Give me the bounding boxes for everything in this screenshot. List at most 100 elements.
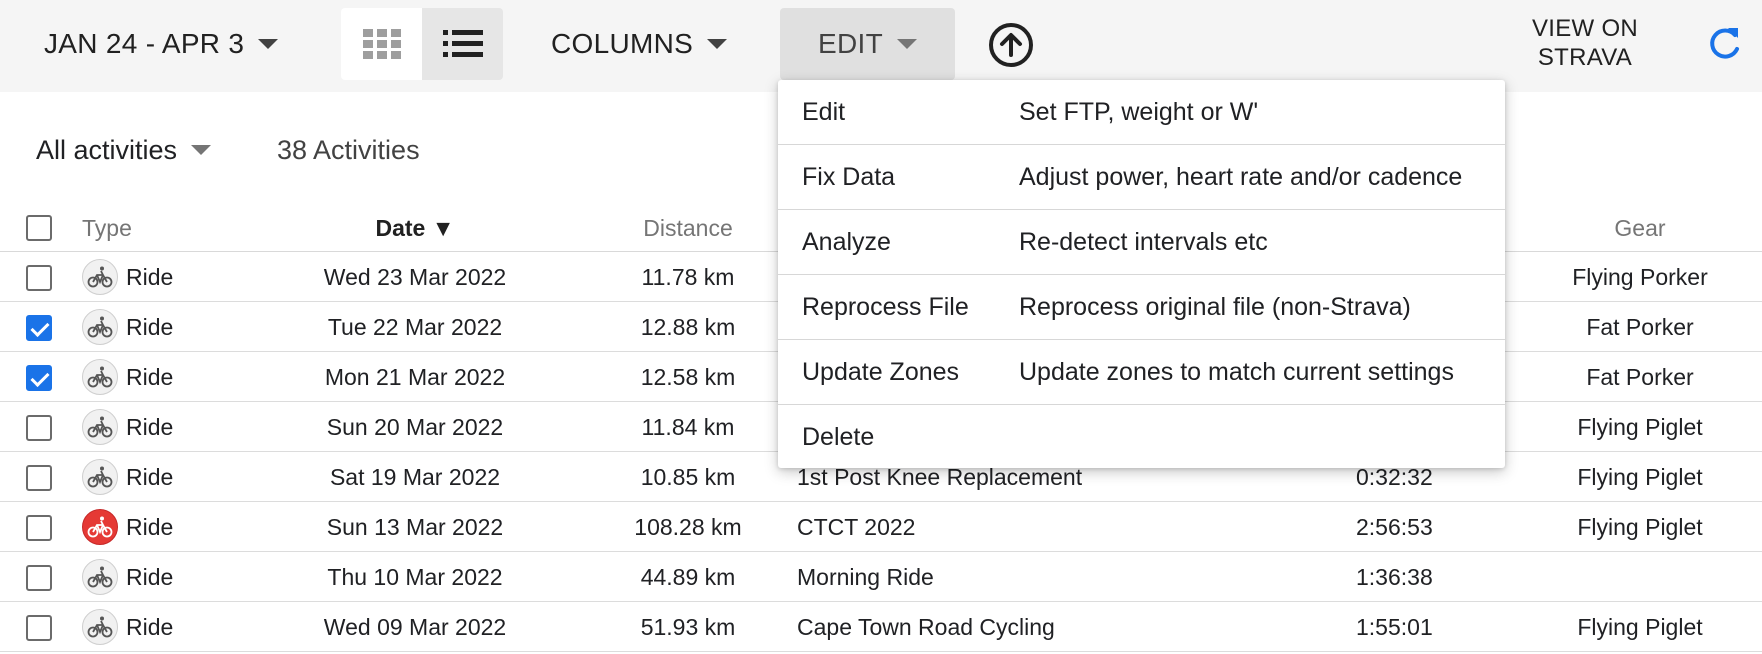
cell-date: Sun 20 Mar 2022: [326, 413, 504, 440]
cell-gear: [1560, 552, 1720, 602]
bike-icon: [82, 359, 118, 395]
bike-icon: [82, 259, 118, 295]
table-row[interactable]: Ride Sun 13 Mar 2022 108.28 km CTCT 2022…: [0, 502, 1762, 552]
row-checkbox[interactable]: [26, 365, 52, 391]
cell-gear: Flying Porker: [1572, 263, 1708, 290]
list-view-button[interactable]: [422, 8, 503, 80]
bike-icon: [87, 366, 113, 388]
menu-item-edit[interactable]: Edit Set FTP, weight or W': [778, 80, 1505, 145]
cell-gear: Flying Piglet: [1577, 413, 1703, 440]
bike-icon: [87, 466, 113, 488]
menu-item-label: Analyze: [802, 228, 891, 256]
bike-icon: [87, 416, 113, 438]
bike-icon-red: [82, 509, 118, 545]
cell-date: Tue 22 Mar 2022: [327, 313, 503, 340]
list-icon: [442, 30, 483, 57]
menu-item-delete[interactable]: Delete: [778, 405, 1505, 470]
chevron-down-icon: [191, 145, 212, 155]
view-toggle: [341, 8, 503, 80]
upload-button[interactable]: [988, 22, 1034, 68]
cell-type: Ride: [126, 513, 174, 540]
refresh-button[interactable]: [1704, 24, 1744, 64]
row-checkbox[interactable]: [26, 265, 52, 291]
menu-item-reprocess-file[interactable]: Reprocess File Reprocess original file (…: [778, 275, 1505, 340]
date-range-label: JAN 24 - APR 3: [44, 28, 245, 59]
bike-icon: [82, 459, 118, 495]
row-checkbox[interactable]: [26, 465, 52, 491]
edit-dropdown-menu: Edit Set FTP, weight or W' Fix Data Adju…: [778, 80, 1505, 468]
activity-count: 38 Activities: [277, 134, 420, 165]
cell-date: Wed 09 Mar 2022: [323, 613, 507, 640]
edit-button[interactable]: EDIT: [780, 8, 955, 80]
chevron-down-icon: [707, 39, 728, 49]
cell-time: 1:55:01: [1356, 613, 1433, 640]
activity-filter-label: All activities: [36, 134, 178, 165]
row-checkbox[interactable]: [26, 315, 52, 341]
header-type[interactable]: Type: [82, 204, 132, 252]
columns-label: COLUMNS: [551, 28, 694, 59]
columns-button[interactable]: COLUMNS: [551, 24, 728, 64]
cell-gear: Fat Porker: [1586, 363, 1694, 390]
menu-item-update-zones[interactable]: Update Zones Update zones to match curre…: [778, 340, 1505, 405]
header-date[interactable]: Date ▼: [280, 204, 550, 252]
cell-distance: 11.84 km: [641, 413, 735, 440]
cell-distance: 10.85 km: [640, 463, 736, 490]
table-row[interactable]: Ride Wed 09 Mar 2022 51.93 km Cape Town …: [0, 602, 1762, 652]
toolbar: JAN 24 - APR 3 COLUMNS EDIT VIEW ON STRA…: [0, 0, 1762, 92]
grid-view-button[interactable]: [341, 8, 422, 80]
activity-filter-select[interactable]: All activities: [36, 130, 212, 170]
cell-distance: 12.88 km: [640, 313, 736, 340]
menu-item-label: Reprocess File: [802, 293, 969, 321]
row-checkbox[interactable]: [26, 415, 52, 441]
menu-item-description: Update zones to match current settings: [1019, 358, 1454, 386]
cell-date: Wed 23 Mar 2022: [323, 263, 507, 290]
cell-distance: 12.58 km: [640, 363, 736, 390]
menu-item-label: Delete: [802, 423, 875, 451]
cell-date: Thu 10 Mar 2022: [327, 563, 503, 590]
cell-time: 1:36:38: [1356, 563, 1433, 590]
menu-item-fix-data[interactable]: Fix Data Adjust power, heart rate and/or…: [778, 145, 1505, 210]
header-distance[interactable]: Distance: [590, 204, 786, 252]
row-checkbox[interactable]: [26, 615, 52, 641]
cell-name[interactable]: Cape Town Road Cycling: [797, 602, 1055, 652]
cell-name[interactable]: Morning Ride: [797, 552, 934, 602]
refresh-icon: [1710, 28, 1739, 59]
cell-distance: 108.28 km: [634, 513, 742, 540]
chevron-down-icon: [896, 39, 917, 49]
header-gear[interactable]: Gear: [1560, 204, 1720, 252]
grid-icon: [362, 29, 401, 59]
menu-item-label: Fix Data: [802, 163, 896, 191]
cell-gear: Flying Piglet: [1577, 513, 1703, 540]
date-range-selector[interactable]: JAN 24 - APR 3: [44, 24, 279, 64]
chevron-down-icon: [258, 39, 279, 49]
cell-distance: 51.93 km: [640, 613, 736, 640]
cell-date: Mon 21 Mar 2022: [324, 363, 506, 390]
cell-name[interactable]: CTCT 2022: [797, 502, 915, 552]
bike-icon: [87, 516, 113, 538]
bike-icon: [82, 409, 118, 445]
menu-item-label: Update Zones: [802, 358, 960, 386]
cell-type: Ride: [126, 363, 174, 390]
table-row[interactable]: Ride Thu 10 Mar 2022 44.89 km Morning Ri…: [0, 552, 1762, 602]
row-checkbox[interactable]: [26, 565, 52, 591]
bike-icon: [87, 316, 113, 338]
menu-item-analyze[interactable]: Analyze Re-detect intervals etc: [778, 210, 1505, 275]
menu-item-label: Edit: [802, 98, 846, 126]
bike-icon: [82, 609, 118, 645]
select-all-checkbox[interactable]: [26, 215, 52, 241]
menu-item-description: Re-detect intervals etc: [1019, 228, 1268, 256]
view-on-strava-line1: VIEW ON: [1531, 15, 1639, 42]
view-on-strava-button[interactable]: VIEW ON STRAVA: [1500, 14, 1670, 72]
edit-label: EDIT: [818, 28, 883, 59]
cell-distance: 44.89 km: [640, 563, 736, 590]
bike-icon: [87, 566, 113, 588]
cell-distance: 11.78 km: [641, 263, 735, 290]
cell-type: Ride: [126, 563, 174, 590]
cell-date: Sat 19 Mar 2022: [329, 463, 501, 490]
cell-type: Ride: [126, 463, 174, 490]
menu-item-description: Set FTP, weight or W': [1019, 98, 1259, 126]
row-checkbox[interactable]: [26, 515, 52, 541]
bike-icon: [82, 559, 118, 595]
cell-type: Ride: [126, 313, 174, 340]
cell-date: Sun 13 Mar 2022: [326, 513, 504, 540]
